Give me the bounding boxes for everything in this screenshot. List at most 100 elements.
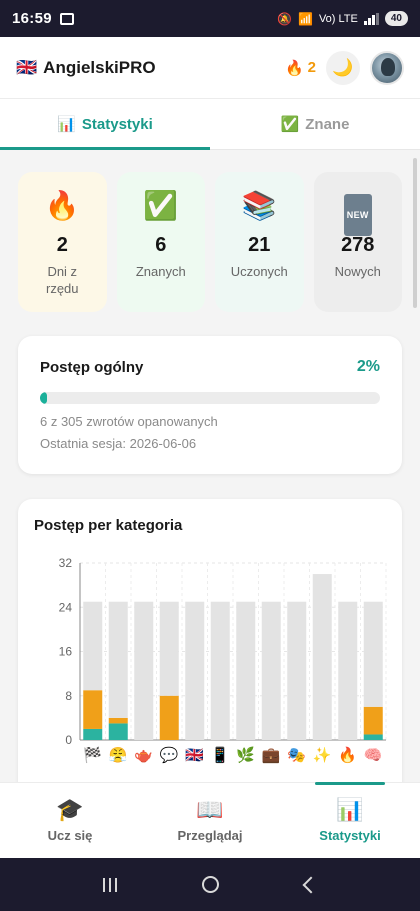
category-progress-card: Postęp per kategoria 0 8 16 24 32 🏁 😤 🫖 💬 🇬🇧 📱 🌿 💼 🎭 ✨…: [18, 499, 402, 782]
bar-segment[interactable]: [363, 734, 383, 740]
x-tick-label: 💬: [160, 746, 179, 764]
nav-learn[interactable]: 🎓 Ucz się: [0, 783, 140, 858]
graduation-cap-icon: 🎓: [56, 797, 84, 822]
bar-segment[interactable]: [83, 690, 103, 729]
progress-summary: 6 z 305 zwrotów opanowanych: [40, 414, 218, 429]
check-icon: ✅: [143, 190, 179, 221]
nav-browse[interactable]: 📖 Przeglądaj: [140, 783, 280, 858]
bar-segment[interactable]: [159, 695, 179, 740]
progress-bar-fill: [40, 392, 48, 404]
y-tick-label: 24: [59, 600, 73, 614]
streak-indicator[interactable]: 🔥 2: [285, 59, 316, 77]
x-tick-label: 🏁: [83, 746, 102, 764]
fire-icon: 🔥: [284, 59, 304, 77]
avatar[interactable]: [370, 50, 404, 85]
stat-card-learning: 📚 21 Uczonych: [215, 172, 304, 312]
y-tick-label: 32: [59, 556, 73, 570]
new-icon: NEW: [343, 194, 372, 236]
nav-label: Ucz się: [47, 828, 93, 843]
stat-card-known: ✅ 6 Znanych: [116, 172, 205, 312]
overall-progress-card: Postęp ogólny 2% 6 z 305 zwrotów opanowa…: [18, 336, 402, 474]
stats-row: 🔥 2 Dni z rzędu ✅ 6 Znanych 📚 21 Uczonyc…: [18, 172, 402, 312]
bar-segment[interactable]: [83, 601, 103, 691]
app-name: AngielskiPRO: [43, 57, 156, 77]
bar-segment[interactable]: [287, 601, 307, 740]
status-bar: 16:59 🔕 📶 Vo) LTE 40: [0, 0, 420, 37]
check-icon: ✅: [280, 116, 300, 133]
stat-value: 21: [248, 234, 271, 256]
bar-chart-icon: 📊: [336, 797, 364, 822]
bar-segment[interactable]: [338, 601, 358, 740]
chart-title: Postęp per kategoria: [34, 517, 183, 534]
network-label: Vo) LTE: [318, 12, 358, 25]
x-tick-label: 🇬🇧: [185, 747, 204, 764]
tab-bar: 📊 Statystyki ✅ Znane: [0, 99, 420, 150]
book-icon: 📖: [196, 797, 224, 822]
app-title: 🇬🇧 AngielskiPRO: [16, 58, 156, 78]
stat-label: Uczonych: [230, 264, 288, 279]
home-icon[interactable]: [202, 876, 220, 893]
fire-icon: 🔥: [44, 190, 80, 221]
bar-chart-icon: 📊: [57, 116, 76, 133]
stat-label: Nowych: [334, 264, 381, 279]
streak-count: 2: [307, 59, 316, 76]
bar-segment[interactable]: [108, 601, 128, 718]
bar-segment[interactable]: [236, 601, 256, 740]
bottom-nav: 🎓 Ucz się 📖 Przeglądaj 📊 Statystyki: [0, 782, 420, 858]
x-tick-label: 😤: [109, 746, 128, 764]
bar-segment[interactable]: [159, 601, 179, 696]
mute-icon: 🔕: [277, 11, 292, 26]
x-tick-label: 🌿: [236, 746, 255, 764]
wifi-icon: 📶: [297, 11, 313, 26]
status-icons: 🔕 📶 Vo) LTE 40: [277, 11, 408, 26]
tab-label: Statystyki: [81, 115, 153, 133]
bar-segment[interactable]: [210, 601, 230, 740]
stat-value: 2: [56, 234, 68, 256]
tab-znane[interactable]: ✅ Znane: [210, 99, 420, 149]
x-tick-label: 💼: [262, 747, 281, 764]
status-time: 16:59: [12, 10, 52, 27]
tab-label: Znane: [305, 115, 350, 133]
theme-toggle-button[interactable]: 🌙: [326, 50, 360, 85]
books-icon: 📚: [241, 190, 277, 221]
screenshot-indicator-icon: [59, 12, 74, 25]
x-tick-label: ✨: [313, 746, 332, 764]
nav-label: Przeglądaj: [177, 828, 243, 843]
stat-card-new: NEW 278 Nowych: [313, 172, 402, 312]
tab-statystyki[interactable]: 📊 Statystyki: [0, 99, 210, 150]
bar-segment[interactable]: [108, 717, 128, 724]
scrollbar[interactable]: [413, 158, 417, 308]
y-tick-label: 16: [59, 645, 73, 659]
x-tick-label: 📱: [211, 746, 230, 764]
bar-segment[interactable]: [108, 723, 128, 740]
x-tick-label: 🔥: [338, 746, 357, 764]
stat-label: Dni z rzędu: [45, 264, 79, 296]
bar-segment[interactable]: [185, 601, 205, 740]
nav-statistics[interactable]: 📊 Statystyki: [280, 782, 420, 858]
bar-segment[interactable]: [363, 601, 383, 707]
bar-segment[interactable]: [261, 601, 281, 740]
bar-segment[interactable]: [363, 706, 383, 735]
progress-percent: 2%: [356, 358, 380, 375]
bar-segment[interactable]: [83, 728, 103, 740]
back-icon[interactable]: [302, 876, 320, 893]
x-tick-label: 🫖: [134, 747, 153, 764]
x-tick-label: 🎭: [287, 747, 306, 764]
battery-indicator: 40: [384, 11, 408, 26]
y-tick-label: 0: [65, 733, 72, 747]
signal-icon: [363, 12, 379, 25]
app-header: 🇬🇧 AngielskiPRO 🔥 2 🌙: [0, 37, 420, 99]
progress-title: Postęp ogólny: [40, 358, 144, 376]
bar-segment[interactable]: [134, 601, 154, 740]
nav-label: Statystyki: [319, 828, 381, 843]
progress-bar: [40, 392, 380, 404]
last-session: Ostatnia sesja: 2026-06-06: [40, 436, 197, 451]
y-tick-label: 8: [65, 689, 72, 703]
stat-label: Znanych: [135, 264, 186, 279]
uk-flag-icon: 🇬🇧: [16, 57, 38, 77]
bar-segment[interactable]: [312, 574, 332, 740]
stat-value: 6: [155, 234, 167, 256]
recents-icon[interactable]: [102, 877, 117, 892]
system-navigation-bar: [0, 858, 420, 911]
statistics-content[interactable]: 🔥 2 Dni z rzędu ✅ 6 Znanych 📚 21 Uczonyc…: [0, 150, 420, 782]
